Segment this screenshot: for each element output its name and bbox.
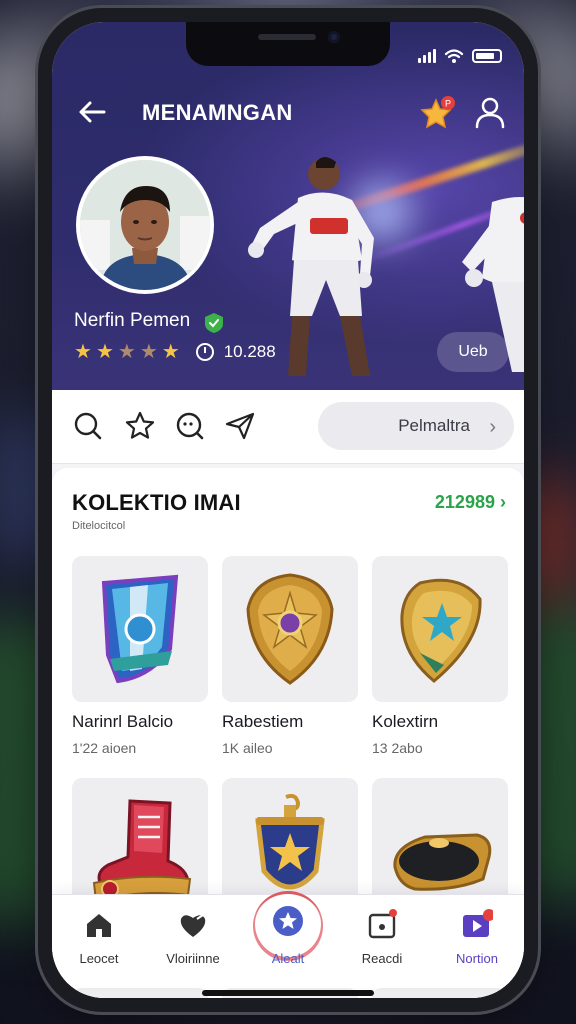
nav-item-videos[interactable]: Nortion: [430, 895, 524, 989]
gold-star-shield-icon: [400, 578, 482, 683]
page-title: MENAMNGAN: [142, 100, 293, 125]
item-meta: 1'22 aioen: [72, 740, 137, 756]
star-notification-icon[interactable]: P: [418, 94, 458, 134]
player-portrait-icon: [80, 160, 210, 290]
rating-value: 10.288: [223, 342, 276, 361]
svg-text:P: P: [445, 99, 451, 109]
nav-label: Vloiriinne: [166, 951, 220, 966]
play-icon: [463, 909, 493, 937]
star-outline-icon[interactable]: [124, 410, 156, 442]
collection-count: 212989: [434, 492, 495, 512]
red-boot-icon: [92, 799, 192, 903]
app-screen: MENAMNGAN P Nerfin Pemen ★ ★ ★ ★ ★ 10.28…: [52, 22, 524, 998]
nav-item-camera[interactable]: Reacdi: [335, 895, 429, 989]
signal-icon: [418, 49, 436, 63]
verified-badge-icon: [205, 313, 223, 333]
nav-label: Leocet: [79, 951, 119, 966]
bottom-navigation: Leocet Vloiriinne Alealt Reacdi Nortion: [52, 891, 524, 989]
home-icon: [87, 914, 111, 937]
nav-label: Nortion: [456, 951, 498, 966]
camera-icon: [368, 909, 397, 939]
back-arrow-icon[interactable]: [74, 94, 110, 130]
rating-row: ★ ★ ★ ★ ★ 10.288: [74, 342, 276, 362]
status-bar: [418, 48, 502, 64]
pill-action-button[interactable]: Pelmaltra ›: [318, 402, 514, 450]
item-name: Narinrl Balcio: [72, 712, 174, 731]
chevron-right-icon: ›: [489, 416, 496, 438]
avatar[interactable]: [76, 156, 214, 294]
collection-item[interactable]: Narinrl Balcio 1'22 aioen: [72, 556, 208, 756]
star-icon: ★: [161, 341, 180, 363]
collection-item[interactable]: Rabestiem 1K aileo: [222, 556, 358, 756]
crest-shield-icon: [101, 574, 179, 684]
chevron-right-icon: ›: [500, 492, 506, 512]
profile-hero: MENAMNGAN P Nerfin Pemen ★ ★ ★ ★ ★ 10.28…: [52, 22, 524, 390]
heart-chat-icon: [180, 914, 206, 937]
hero-action-button[interactable]: Ueb: [437, 332, 509, 372]
nav-label: Reacdi: [361, 951, 403, 966]
battery-icon: [472, 49, 502, 63]
nav-item-home[interactable]: Leocet: [52, 895, 146, 989]
collection-item[interactable]: Kolextirn 13 2abo: [372, 556, 508, 756]
star-badge-icon: [273, 906, 303, 936]
star-icon: ★: [74, 341, 92, 363]
item-meta: 1K aileo: [222, 740, 273, 756]
action-row: Pelmaltra ›: [52, 390, 524, 464]
search-icon[interactable]: [72, 410, 104, 442]
player-name: Nerfin Pemen: [74, 310, 191, 331]
star-icon: ★: [95, 341, 114, 363]
star-icon: ★: [117, 341, 136, 363]
item-name: Rabestiem: [222, 712, 304, 731]
gold-medal-shield-icon: [246, 573, 334, 685]
gold-plaque-icon: [393, 833, 492, 891]
collection-count-link[interactable]: 212989 ›: [435, 492, 506, 513]
wifi-icon: [444, 49, 464, 63]
item-meta: 13 2abo: [372, 740, 423, 756]
home-indicator: [202, 990, 374, 996]
nav-item-center[interactable]: Alealt: [241, 891, 335, 989]
phone-frame: MENAMNGAN P Nerfin Pemen ★ ★ ★ ★ ★ 10.28…: [38, 8, 538, 1012]
clock-icon: [195, 343, 214, 361]
collection-item-peek: [72, 988, 208, 998]
top-bar: MENAMNGAN P: [52, 92, 524, 132]
send-icon[interactable]: [224, 410, 256, 442]
user-profile-icon[interactable]: [472, 94, 508, 130]
camera-notch: [186, 22, 390, 66]
collection-title: KOLEKTIO IMAI: [72, 490, 241, 515]
chat-search-icon[interactable]: [174, 410, 206, 442]
collection-item-peek: [372, 988, 508, 998]
collection-subtitle: Ditelocitcol: [72, 520, 126, 532]
nav-item-favorites[interactable]: Vloiriinne: [146, 895, 240, 989]
star-icon: ★: [139, 341, 158, 363]
item-name: Kolextirn: [372, 712, 439, 731]
nav-label: Alealt: [271, 951, 305, 966]
pill-action-label: Pelmaltra: [398, 416, 470, 435]
